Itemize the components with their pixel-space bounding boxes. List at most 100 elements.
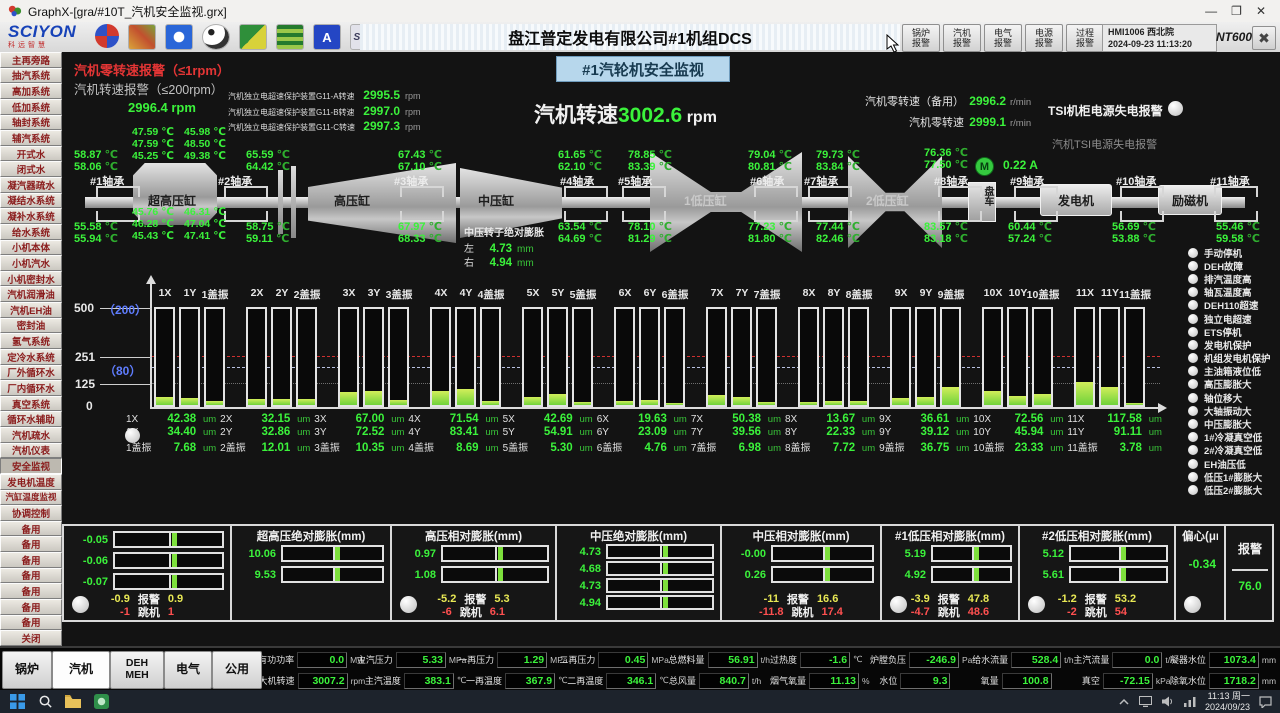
bar-fill-8X xyxy=(800,402,817,405)
reading-unit: um xyxy=(196,427,216,438)
sidebar-item-关闭-37[interactable]: 关闭 xyxy=(0,630,62,646)
start-button[interactable] xyxy=(6,692,28,711)
bar-4X xyxy=(430,307,451,407)
alarm-button-电源报警[interactable]: 电源 报警 xyxy=(1025,24,1063,52)
reading-value: 32.15 xyxy=(260,413,290,425)
app-swirl-icon[interactable] xyxy=(95,24,119,48)
nav-button-DEH MEH[interactable]: DEH MEH xyxy=(110,651,164,689)
sidebar-item-凝汽器疏水-8[interactable]: 凝汽器疏水 xyxy=(0,177,62,193)
reading-unit: um xyxy=(855,443,875,454)
reading-row: 8盖振7.72um xyxy=(785,439,875,452)
tray-monitor-icon[interactable] xyxy=(1139,695,1153,709)
sidebar-item-备用-35[interactable]: 备用 xyxy=(0,599,62,615)
sidebar-item-备用-32[interactable]: 备用 xyxy=(0,552,62,568)
bar-fill-8盖振 xyxy=(850,401,867,405)
tray-chevron-up-icon[interactable] xyxy=(1117,695,1131,709)
panel-bar-gauge xyxy=(113,552,224,569)
alarm-button-过程报警[interactable]: 过程 报警 xyxy=(1066,24,1104,52)
sidebar-item-凝结水系统-9[interactable]: 凝结水系统 xyxy=(0,193,62,209)
sidebar-item-汽机疏水-24[interactable]: 汽机疏水 xyxy=(0,427,62,443)
font-a-icon[interactable]: A xyxy=(313,24,341,50)
sidebar-item-定冷水系统-19[interactable]: 定冷水系统 xyxy=(0,349,62,365)
reading-name: 7X xyxy=(691,414,731,425)
reading-row: 4X71.54um xyxy=(408,413,498,426)
sidebar-item-真空系统-22[interactable]: 真空系统 xyxy=(0,396,62,412)
alarm-button-电气报警[interactable]: 电气 报警 xyxy=(984,24,1022,52)
sidebar-item-安全监视-26[interactable]: 安全监视 xyxy=(0,458,62,474)
sidebar-item-备用-34[interactable]: 备用 xyxy=(0,583,62,599)
sidebar-item-汽机仪表-25[interactable]: 汽机仪表 xyxy=(0,443,62,459)
sidebar-item-闭式水-7[interactable]: 闭式水 xyxy=(0,161,62,177)
toolbar-close-button[interactable]: ✖ xyxy=(1252,26,1276,50)
tray-speaker-icon[interactable] xyxy=(1161,695,1175,709)
taskbar-clock[interactable]: 11:13 周一 2024/09/23 xyxy=(1205,691,1250,713)
sidebar-item-给水系统-11[interactable]: 给水系统 xyxy=(0,224,62,240)
bar-1Y xyxy=(179,307,200,407)
bar-fill-5盖振 xyxy=(574,402,591,405)
alarm-item-label: 机组发电机保护 xyxy=(1204,351,1271,365)
sidebar-item-小机汽水-13[interactable]: 小机汽水 xyxy=(0,255,62,271)
sidebar-item-低加系统-3[interactable]: 低加系统 xyxy=(0,99,62,115)
sidebar-item-轴封系统-4[interactable]: 轴封系统 xyxy=(0,115,62,131)
sidebar-item-备用-36[interactable]: 备用 xyxy=(0,615,62,631)
eccentricity-alarm-label: 报警 xyxy=(1232,528,1268,571)
notification-icon[interactable] xyxy=(1258,695,1272,709)
tray-network-icon[interactable] xyxy=(1183,695,1197,709)
alarm-button-汽机报警[interactable]: 汽机 报警 xyxy=(943,24,981,52)
graphx-taskbar-icon[interactable] xyxy=(90,692,112,711)
nav-button-汽机[interactable]: 汽机 xyxy=(52,651,110,689)
bar-label-9盖振: 9盖振 xyxy=(928,287,974,302)
panel-bar-gauge xyxy=(441,566,549,583)
panda-icon[interactable] xyxy=(202,24,230,50)
sidebar-item-密封油-17[interactable]: 密封油 xyxy=(0,318,62,334)
palette-icon[interactable] xyxy=(128,24,156,50)
reading-row: 1盖振7.68um xyxy=(126,439,216,452)
sidebar-item-凝补水系统-10[interactable]: 凝补水系统 xyxy=(0,208,62,224)
sidebar-item-循环水辅助-23[interactable]: 循环水辅助 xyxy=(0,411,62,427)
bearing-temps-top-#7轴承: 79.73 ℃83.84 ℃ xyxy=(816,149,860,173)
bearing-bracket-top xyxy=(400,186,444,197)
close-icon[interactable]: ✕ xyxy=(1256,4,1266,18)
sidebar-item-汽机EH油-16[interactable]: 汽机EH油 xyxy=(0,302,62,318)
file-explorer-icon[interactable] xyxy=(62,692,84,711)
nav-button-电气[interactable]: 电气 xyxy=(164,651,212,689)
window-title: GraphX-[gra/#10T_汽机安全监视.grx] xyxy=(28,3,227,20)
sidebar-item-厂外循环水-20[interactable]: 厂外循环水 xyxy=(0,365,62,381)
sidebar-item-汽缸温度监视-28[interactable]: 汽缸温度监视 xyxy=(0,490,62,506)
sidebar-item-汽机润滑油-15[interactable]: 汽机润滑油 xyxy=(0,286,62,302)
reading-value: 13.67 xyxy=(825,413,855,425)
alarm-indicator-icon xyxy=(1188,379,1198,389)
alarm-low: -5.2 xyxy=(437,593,456,605)
sidebar-item-抽汽系统-1[interactable]: 抽汽系统 xyxy=(0,68,62,84)
sidebar-item-小机密封水-14[interactable]: 小机密封水 xyxy=(0,271,62,287)
reading-value: 72.52 xyxy=(354,426,384,438)
sidebar-item-小机本体-12[interactable]: 小机本体 xyxy=(0,240,62,256)
sidebar-item-主再旁路-0[interactable]: 主再旁路 xyxy=(0,52,62,68)
books-icon[interactable] xyxy=(276,24,304,50)
status-unit: ℃ xyxy=(457,675,467,686)
sidebar-item-厂内循环水-21[interactable]: 厂内循环水 xyxy=(0,380,62,396)
nav-button-锅炉[interactable]: 锅炉 xyxy=(2,651,52,689)
search-icon[interactable] xyxy=(34,692,56,711)
minimize-icon[interactable]: — xyxy=(1205,4,1217,18)
sidebar-item-高加系统-2[interactable]: 高加系统 xyxy=(0,83,62,99)
sidebar-item-辅汽系统-5[interactable]: 辅汽系统 xyxy=(0,130,62,146)
cards-icon[interactable] xyxy=(239,24,267,50)
alarm-item-低压2#膨胀大: 低压2#膨胀大 xyxy=(1188,483,1271,496)
nav-button-公用[interactable]: 公用 xyxy=(212,651,262,689)
sidebar-item-协调控制-29[interactable]: 协调控制 xyxy=(0,505,62,521)
sidebar-item-备用-30[interactable]: 备用 xyxy=(0,521,62,537)
maximize-icon[interactable]: ❐ xyxy=(1231,4,1242,18)
status-value: 11.13 xyxy=(809,673,859,689)
reading-row: 3Y72.52um xyxy=(314,426,404,439)
sidebar-item-备用-31[interactable]: 备用 xyxy=(0,536,62,552)
alarm-high: 47.8 xyxy=(968,593,989,605)
trend-ring-icon[interactable] xyxy=(165,24,193,50)
panel-bar-row: 5.61 xyxy=(1026,566,1168,583)
sidebar-item-氢气系统-18[interactable]: 氢气系统 xyxy=(0,333,62,349)
sidebar-item-开式水-6[interactable]: 开式水 xyxy=(0,146,62,162)
reading-name: 10X xyxy=(973,414,1013,425)
sidebar-item-发电机温度-27[interactable]: 发电机温度 xyxy=(0,474,62,490)
sidebar-item-备用-33[interactable]: 备用 xyxy=(0,568,62,584)
alarm-button-锅炉报警[interactable]: 锅炉 报警 xyxy=(902,24,940,52)
